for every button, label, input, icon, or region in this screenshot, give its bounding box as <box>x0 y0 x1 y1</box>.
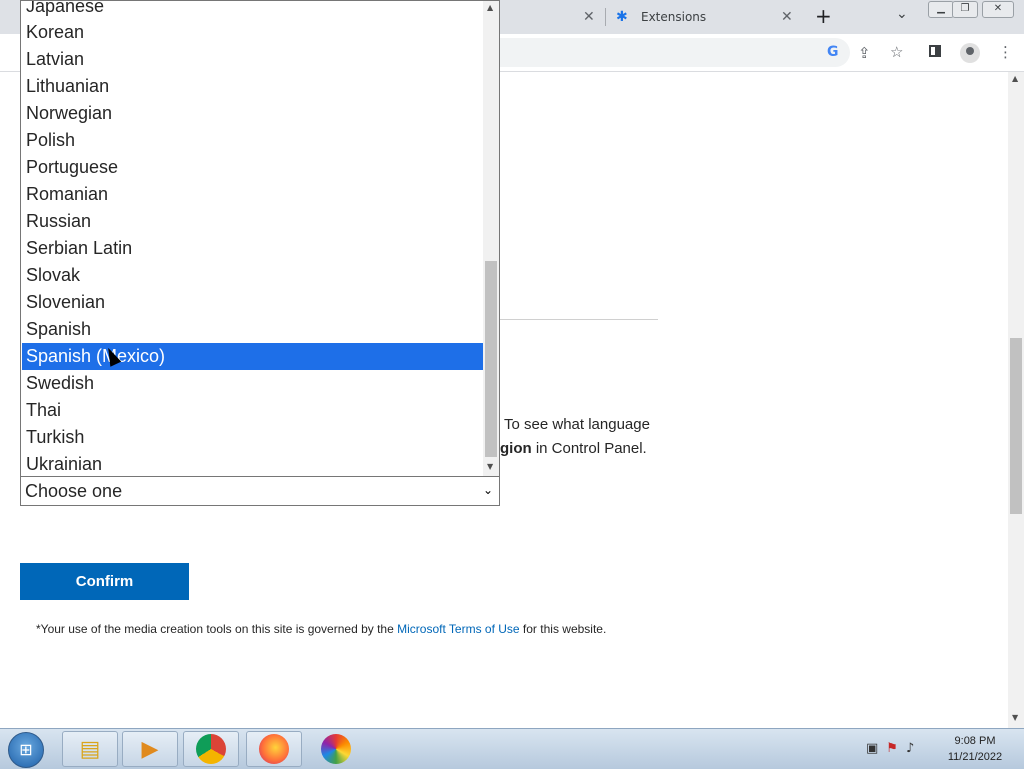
option-portuguese[interactable]: Portuguese <box>22 154 483 181</box>
language-select[interactable]: Choose one ⌄ <box>20 476 500 506</box>
scroll-up-icon[interactable]: ▲ <box>487 3 493 12</box>
tab-previous[interactable]: ✕ <box>500 0 605 34</box>
option-korean[interactable]: Korean <box>22 19 483 46</box>
chevron-down-icon: ⌄ <box>482 483 493 497</box>
network-icon[interactable]: ▣ <box>866 741 886 756</box>
chevron-down-icon[interactable]: ⌄ <box>896 6 908 22</box>
page-scrollbar[interactable]: ▲ ▼ <box>1008 72 1024 728</box>
option-lithuanian[interactable]: Lithuanian <box>22 73 483 100</box>
start-button[interactable]: ⊞ <box>8 732 44 768</box>
option-japanese[interactable]: Japanese <box>22 1 483 20</box>
option-swedish[interactable]: Swedish <box>22 370 483 397</box>
action-center-icon[interactable]: ⚑ <box>886 741 906 756</box>
option-polish[interactable]: Polish <box>22 127 483 154</box>
scroll-down-icon[interactable]: ▼ <box>487 462 493 471</box>
option-serbian-latin[interactable]: Serbian Latin <box>22 235 483 262</box>
minimize-button[interactable]: ▁ <box>928 1 954 18</box>
help-text-line1: To see what language <box>504 416 650 433</box>
tab-extensions[interactable]: ✱ Extensions ✕ <box>612 0 805 34</box>
clock[interactable]: 9:08 PM 11/21/2022 <box>935 733 1015 765</box>
scroll-up-icon[interactable]: ▲ <box>1012 74 1018 83</box>
option-slovak[interactable]: Slovak <box>22 262 483 289</box>
divider <box>500 319 658 320</box>
new-tab-button[interactable]: + <box>815 4 832 28</box>
close-window-button[interactable]: ✕ <box>982 1 1014 18</box>
terms-link[interactable]: Microsoft Terms of Use <box>397 622 519 636</box>
address-bar[interactable] <box>500 38 850 67</box>
restore-button[interactable]: ❐ <box>952 1 978 18</box>
option-norwegian[interactable]: Norwegian <box>22 100 483 127</box>
help-text-line2: gion in Control Panel. <box>500 440 647 457</box>
google-icon[interactable]: G <box>827 44 839 60</box>
clock-date: 11/21/2022 <box>947 751 1003 763</box>
option-russian[interactable]: Russian <box>22 208 483 235</box>
help-text-rest: in Control Panel. <box>531 440 647 457</box>
option-latvian[interactable]: Latvian <box>22 46 483 73</box>
clock-time: 9:08 PM <box>954 735 996 747</box>
option-ukrainian[interactable]: Ukrainian <box>22 451 483 476</box>
option-spanish[interactable]: Spanish <box>22 316 483 343</box>
share-icon[interactable]: ⇪ <box>858 44 871 62</box>
dropdown-scrollbar-thumb[interactable] <box>485 261 497 457</box>
volume-icon[interactable]: ♪ <box>906 741 922 756</box>
system-tray[interactable]: ▣⚑♪ <box>866 741 922 756</box>
kebab-menu-icon[interactable]: ⋮ <box>998 43 1013 61</box>
select-value: Choose one <box>25 481 123 501</box>
terms-text: *Your use of the media creation tools on… <box>36 622 606 636</box>
dropdown-scrollbar[interactable]: ▲ ▼ <box>483 1 499 476</box>
windows-explorer-icon[interactable]: ▤ <box>62 731 118 767</box>
close-tab-icon[interactable]: ✕ <box>781 9 793 25</box>
puzzle-icon: ✱ <box>616 9 628 25</box>
tab-separator <box>605 8 606 26</box>
option-thai[interactable]: Thai <box>22 397 483 424</box>
language-dropdown-list[interactable]: Japanese Korean Latvian Lithuanian Norwe… <box>20 0 500 477</box>
profile-icon[interactable] <box>960 43 980 63</box>
star-icon[interactable]: ☆ <box>890 43 903 61</box>
chrome-icon[interactable] <box>183 731 239 767</box>
scroll-down-icon[interactable]: ▼ <box>1012 713 1018 722</box>
help-text-bold: gion <box>500 440 532 457</box>
option-turkish[interactable]: Turkish <box>22 424 483 451</box>
option-spanish-mexico[interactable]: Spanish (Mexico) <box>22 343 483 370</box>
firefox-icon[interactable] <box>246 731 302 767</box>
media-player-icon[interactable]: ▶ <box>122 731 178 767</box>
scrollbar-thumb[interactable] <box>1010 338 1022 514</box>
option-slovenian[interactable]: Slovenian <box>22 289 483 316</box>
close-tab-icon[interactable]: ✕ <box>583 9 595 25</box>
terms-suffix: for this website. <box>519 622 607 636</box>
side-panel-icon[interactable] <box>929 45 941 57</box>
terms-prefix: *Your use of the media creation tools on… <box>36 622 398 636</box>
option-romanian[interactable]: Romanian <box>22 181 483 208</box>
color-app-icon[interactable] <box>308 731 364 767</box>
tab-title: Extensions <box>641 10 707 24</box>
taskbar: ⊞ ▤ ▶ ▣⚑♪ 9:08 PM 11/21/2022 <box>0 728 1024 769</box>
confirm-button[interactable]: Confirm <box>20 563 189 600</box>
